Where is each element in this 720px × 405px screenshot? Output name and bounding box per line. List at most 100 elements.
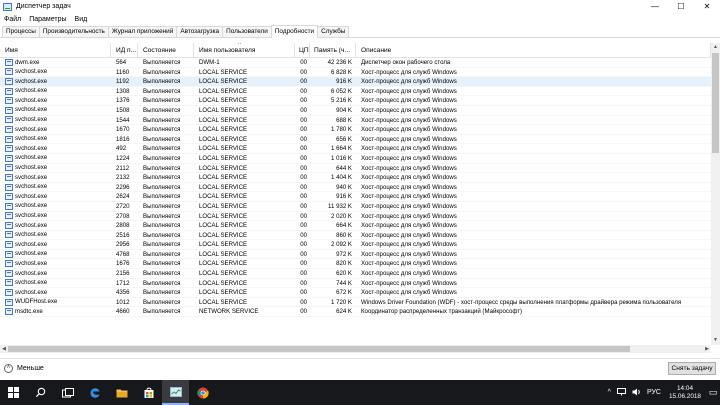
volume-icon[interactable] [629,388,644,398]
menu-view[interactable]: Вид [71,16,92,23]
table-row[interactable]: svchost.exe 1670 Выполняется LOCAL SERVICE 0… [0,125,711,135]
explorer-taskbar-button[interactable] [108,380,135,405]
tab-details[interactable]: Подробности [270,25,319,38]
column-header-user[interactable]: Имя пользователя [194,43,295,57]
process-name-label: svchost.exe [15,221,48,229]
process-icon [5,87,13,95]
table-row[interactable]: svchost.exe 1676 Выполняется LOCAL SERVICE 0… [0,259,711,270]
tab-processes[interactable]: Процессы [2,26,40,37]
process-icon [5,77,13,85]
process-memory: 2 092 K [330,241,352,249]
task-manager-taskbar-button[interactable] [162,380,189,405]
chrome-taskbar-button[interactable] [189,380,216,405]
horizontal-scrollbar[interactable]: ◀ ▶ [0,345,711,353]
task-view-button[interactable] [54,380,81,405]
edge-taskbar-button[interactable] [81,380,108,405]
tab-users[interactable]: Пользователи [222,26,272,37]
process-pid: 2708 [116,212,130,220]
table-row[interactable]: svchost.exe 1224 Выполняется LOCAL SERVICE 0… [0,154,711,164]
column-header-pid[interactable]: ИД п... [111,43,138,57]
scroll-left-icon[interactable]: ◀ [0,345,8,353]
menu-options[interactable]: Параметры [25,16,70,23]
scroll-up-icon[interactable]: ▲ [711,43,720,52]
process-name: svchost.exe [0,77,111,86]
column-header-memory[interactable]: Память (ч... [310,43,356,57]
table-row[interactable]: svchost.exe 2808 Выполняется LOCAL SERVICE 0… [0,221,711,231]
network-icon[interactable] [614,387,629,398]
table-row[interactable]: svchost.exe 1308 Выполняется LOCAL SERVICE 0… [0,87,711,97]
process-state: Выполняется [143,279,181,287]
process-name: svchost.exe [0,68,111,77]
minimize-button[interactable]: — [642,0,668,13]
table-row[interactable]: svchost.exe 1160 Выполняется LOCAL SERVICE 0… [0,68,711,78]
close-button[interactable]: ✕ [694,0,720,13]
process-description: Хост-процесс для служб Windows [361,164,457,172]
search-button[interactable] [27,380,54,405]
process-name-label: WUDFHost.exe [15,298,58,306]
process-state: Выполняется [143,174,181,182]
table-row[interactable]: svchost.exe 1192 Выполняется LOCAL SERVICE 0… [0,77,711,87]
table-row[interactable]: svchost.exe 2132 Выполняется LOCAL SERVICE 0… [0,173,711,183]
process-icon [5,221,13,229]
start-button[interactable] [0,380,27,405]
table-row[interactable]: svchost.exe 1544 Выполняется LOCAL SERVICE 0… [0,116,711,126]
column-header-state[interactable]: Состояние [138,43,194,57]
column-header-description[interactable]: Описание [356,43,711,57]
table-row[interactable]: svchost.exe 4356 Выполняется LOCAL SERVICE 0… [0,288,711,298]
table-row[interactable]: svchost.exe 2708 Выполняется LOCAL SERVICE 0… [0,212,711,222]
process-user: LOCAL SERVICE [199,174,248,182]
column-header-name[interactable]: Имя [0,43,111,57]
table-row[interactable]: WUDFHost.exe 1012 Выполняется LOCAL SERVICE… [0,298,711,308]
process-name-label: svchost.exe [15,183,48,191]
menu-file[interactable]: Файл [0,16,25,23]
process-user: LOCAL SERVICE [199,289,248,297]
maximize-button[interactable]: ☐ [668,0,694,13]
table-row[interactable]: svchost.exe 1376 Выполняется LOCAL SERVICE 0… [0,96,711,106]
table-row[interactable]: svchost.exe 2624 Выполняется LOCAL SERVICE 0… [0,192,711,202]
process-name: msdtc.exe [0,307,111,316]
process-state: Выполняется [143,126,181,134]
vertical-scrollbar[interactable]: ▲ ▼ [711,43,720,345]
table-row[interactable]: svchost.exe 2156 Выполняется LOCAL SERVICE 0… [0,269,711,279]
table-row[interactable]: svchost.exe 2112 Выполняется LOCAL SERVICE 0… [0,164,711,174]
table-row[interactable]: svchost.exe 2956 Выполняется LOCAL SERVICE 0… [0,240,711,250]
tab-performance[interactable]: Производительность [38,26,109,37]
process-user: LOCAL SERVICE [199,106,248,114]
table-row[interactable]: svchost.exe 4768 Выполняется LOCAL SERVICE 0… [0,250,711,260]
scroll-down-icon[interactable]: ▼ [711,336,720,345]
table-row[interactable]: svchost.exe 1508 Выполняется LOCAL SERVICE 0… [0,106,711,116]
tab-services[interactable]: Службы [317,26,350,37]
process-cpu: 00 [300,59,307,66]
table-row[interactable]: svchost.exe 1712 Выполняется LOCAL SERVICE 0… [0,279,711,289]
process-icon [5,269,13,277]
table-row[interactable]: svchost.exe 2296 Выполняется LOCAL SERVICE 0… [0,183,711,193]
table-row[interactable]: svchost.exe 2516 Выполняется LOCAL SERVICE 0… [0,231,711,241]
process-pid: 2132 [116,174,130,182]
scroll-right-icon[interactable]: ▶ [703,345,711,353]
tab-app-history[interactable]: Журнал приложений [107,26,178,37]
table-row[interactable]: dwm.exe 564 Выполняется DWM-1 00 42 236 K Дисп… [0,58,711,68]
notifications-icon[interactable]: ▭ [706,387,720,398]
title-bar[interactable]: Диспетчер задач — ☐ ✕ [0,0,720,13]
process-memory: 42 236 K [327,59,352,66]
store-taskbar-button[interactable] [135,380,162,405]
language-indicator[interactable]: РУС [644,389,664,396]
process-name: svchost.exe [0,135,111,144]
clock[interactable]: 14:04 15.06.2018 [664,385,706,401]
table-row[interactable]: svchost.exe 492 Выполняется LOCAL SERVICE 00… [0,144,711,154]
scroll-thumb[interactable] [712,53,719,153]
end-task-button[interactable]: Снять задачу [668,362,716,375]
fewer-details-button[interactable]: ˄ Меньше [4,364,44,373]
process-icon [5,241,13,249]
table-row[interactable]: svchost.exe 2720 Выполняется LOCAL SERVICE 0… [0,202,711,212]
horizontal-scroll-thumb[interactable] [8,346,630,352]
column-header-cpu[interactable]: ЦП [295,43,310,57]
process-description: Хост-процесс для служб Windows [361,212,457,220]
process-name-label: svchost.exe [15,269,48,277]
tray-overflow-icon[interactable]: ^ [605,389,614,396]
process-state: Выполняется [143,154,181,162]
process-user: LOCAL SERVICE [199,222,248,230]
table-row[interactable]: svchost.exe 1816 Выполняется LOCAL SERVICE 0… [0,135,711,145]
table-row[interactable]: msdtc.exe 4660 Выполняется NETWORK SERVICE 0… [0,307,711,318]
tab-startup[interactable]: Автозагрузка [176,26,224,37]
